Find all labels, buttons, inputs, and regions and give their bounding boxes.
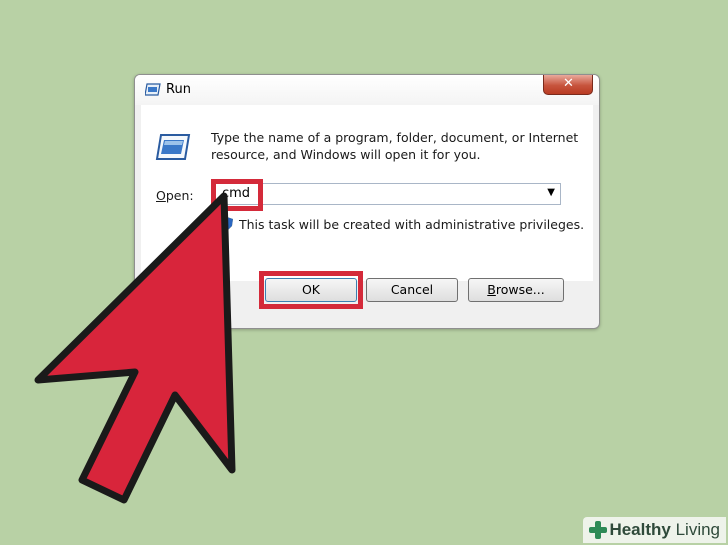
watermark-bold: Healthy [609,520,671,539]
big-red-arrow-icon [34,192,236,504]
watermark-text: Healthy Living [609,520,720,539]
watermark-normal: Living [670,520,720,539]
healthy-living-watermark: Healthy Living [583,517,726,543]
plus-logo-icon [589,521,608,539]
